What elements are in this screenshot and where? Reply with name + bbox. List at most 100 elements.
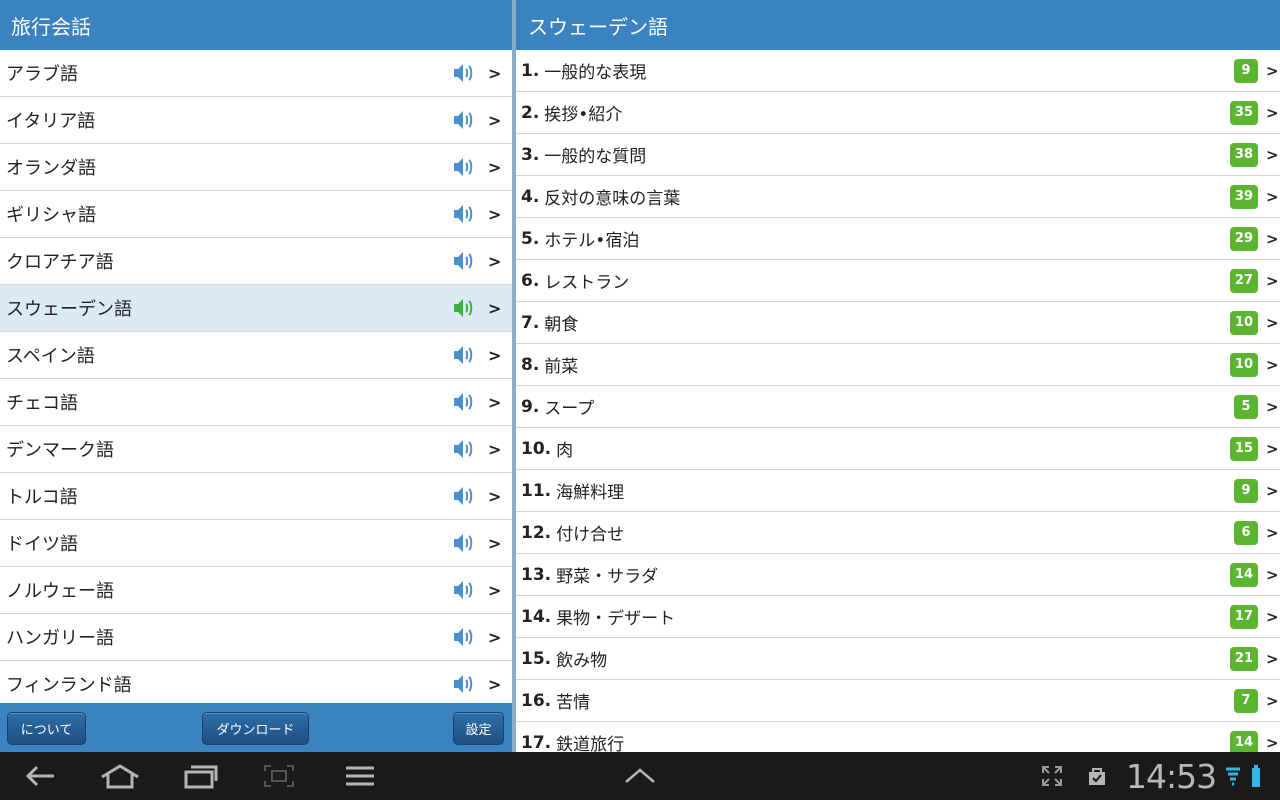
- chevron-right-icon: >: [488, 627, 502, 647]
- language-label: クロアチア語: [6, 252, 114, 273]
- settings-button[interactable]: 設定: [453, 712, 504, 745]
- language-list-item[interactable]: チェコ語 >: [0, 379, 512, 426]
- chevron-right-icon: >: [1266, 607, 1279, 626]
- language-list-item[interactable]: ハンガリー語 >: [0, 614, 512, 661]
- fullscreen-icon[interactable]: [1040, 752, 1064, 800]
- app-window: 旅行会話 アラブ語 > イタリア語 > オランダ語 > ギリシャ語 > クロアチア語 > スウェーデ…: [0, 0, 1280, 800]
- speaker-icon[interactable]: [452, 531, 478, 555]
- category-number: 2.: [521, 102, 540, 123]
- phrase-count-badge: 7: [1234, 688, 1258, 713]
- category-list-item[interactable]: 5. ホテル•宿泊 29 >: [516, 218, 1280, 260]
- chevron-right-icon: >: [488, 251, 502, 271]
- chevron-right-icon: >: [1266, 355, 1279, 374]
- language-list-item[interactable]: クロアチア語 >: [0, 238, 512, 285]
- speaker-icon[interactable]: [452, 625, 478, 649]
- language-list-item[interactable]: トルコ語 >: [0, 473, 512, 520]
- speaker-icon[interactable]: [452, 155, 478, 179]
- speaker-icon[interactable]: [452, 202, 478, 226]
- category-list-item[interactable]: 17. 鉄道旅行 14 >: [516, 722, 1280, 752]
- chevron-right-icon: >: [488, 345, 502, 365]
- language-list-item[interactable]: ノルウェー語 >: [0, 567, 512, 614]
- language-label: ギリシャ語: [6, 205, 96, 226]
- menu-icon[interactable]: [344, 752, 376, 800]
- category-list-item[interactable]: 15. 飲み物 21 >: [516, 638, 1280, 680]
- language-list-item[interactable]: アラブ語 >: [0, 50, 512, 97]
- phrase-count-badge: 9: [1234, 58, 1258, 83]
- speaker-icon[interactable]: [452, 108, 478, 132]
- category-label: 反対の意味の言葉: [544, 189, 681, 209]
- language-list-item[interactable]: フィンランド語 >: [0, 661, 512, 703]
- category-list-item[interactable]: 12. 付け合せ 6 >: [516, 512, 1280, 554]
- speaker-icon[interactable]: [452, 249, 478, 273]
- speaker-icon[interactable]: [452, 437, 478, 461]
- category-number: 17.: [521, 732, 552, 753]
- back-icon[interactable]: [22, 752, 58, 800]
- language-list-item[interactable]: ギリシャ語 >: [0, 191, 512, 238]
- category-list-item[interactable]: 4. 反対の意味の言葉 39 >: [516, 176, 1280, 218]
- category-list-item[interactable]: 14. 果物・デザート 17 >: [516, 596, 1280, 638]
- language-list-item[interactable]: デンマーク語 >: [0, 426, 512, 473]
- phrase-count-badge: 38: [1229, 142, 1258, 167]
- category-list-item[interactable]: 9. スープ 5 >: [516, 386, 1280, 428]
- category-list-item[interactable]: 10. 肉 15 >: [516, 428, 1280, 470]
- category-label: 朝食: [544, 315, 579, 335]
- screenshot-icon[interactable]: [262, 752, 296, 800]
- category-list-item[interactable]: 6. レストラン 27 >: [516, 260, 1280, 302]
- speaker-icon[interactable]: [452, 672, 478, 696]
- category-number: 14.: [521, 606, 552, 627]
- category-list-item[interactable]: 1. 一般的な表現 9 >: [516, 50, 1280, 92]
- speaker-icon[interactable]: [452, 578, 478, 602]
- category-label: 海鮮料理: [556, 483, 625, 503]
- category-list-item[interactable]: 8. 前菜 10 >: [516, 344, 1280, 386]
- chevron-right-icon: >: [1266, 649, 1279, 668]
- category-list-item[interactable]: 16. 苦情 7 >: [516, 680, 1280, 722]
- category-list-item[interactable]: 7. 朝食 10 >: [516, 302, 1280, 344]
- category-number: 11.: [521, 480, 552, 501]
- shopping-bag-icon[interactable]: [1085, 752, 1109, 800]
- left-footer: について ダウンロード 設定: [0, 703, 512, 752]
- language-label: ノルウェー語: [6, 581, 114, 602]
- category-list-item[interactable]: 3. 一般的な質問 38 >: [516, 134, 1280, 176]
- download-button[interactable]: ダウンロード: [202, 712, 309, 745]
- language-pane: 旅行会話 アラブ語 > イタリア語 > オランダ語 > ギリシャ語 > クロアチア語 > スウェーデ…: [0, 0, 512, 752]
- category-number: 8.: [521, 354, 540, 375]
- chevron-right-icon: >: [488, 674, 502, 694]
- category-label: スープ: [544, 399, 595, 419]
- speaker-icon[interactable]: [452, 343, 478, 367]
- about-button[interactable]: について: [7, 712, 86, 745]
- recent-apps-icon[interactable]: [182, 752, 220, 800]
- right-pane-title: スウェーデン語: [516, 0, 1280, 50]
- speaker-icon[interactable]: [452, 390, 478, 414]
- category-list-item[interactable]: 11. 海鮮料理 9 >: [516, 470, 1280, 512]
- phrase-count-badge: 35: [1229, 100, 1258, 125]
- language-list-item[interactable]: スウェーデン語 >: [0, 285, 512, 332]
- category-number: 9.: [521, 396, 540, 417]
- speaker-icon[interactable]: [452, 484, 478, 508]
- phrase-count-badge: 10: [1229, 352, 1258, 377]
- chevron-right-icon: >: [1266, 397, 1279, 416]
- chevron-right-icon: >: [1266, 439, 1279, 458]
- language-list-item[interactable]: オランダ語 >: [0, 144, 512, 191]
- chevron-right-icon: >: [488, 439, 502, 459]
- language-list-item[interactable]: ドイツ語 >: [0, 520, 512, 567]
- chevron-right-icon: >: [488, 298, 502, 318]
- category-label: レストラン: [544, 273, 630, 293]
- speaker-icon[interactable]: [452, 61, 478, 85]
- language-label: フィンランド語: [6, 675, 132, 696]
- category-label: 一般的な質問: [544, 147, 647, 167]
- chevron-right-icon: >: [1266, 229, 1279, 248]
- phrase-count-badge: 5: [1234, 394, 1258, 419]
- language-list-item[interactable]: スペイン語 >: [0, 332, 512, 379]
- phrase-count-badge: 29: [1229, 226, 1258, 251]
- phrase-count-badge: 6: [1234, 520, 1258, 545]
- chevron-right-icon: >: [1266, 313, 1279, 332]
- category-list-item[interactable]: 13. 野菜・サラダ 14 >: [516, 554, 1280, 596]
- chevron-up-icon[interactable]: [622, 752, 658, 800]
- category-label: ホテル•宿泊: [544, 231, 640, 251]
- chevron-right-icon: >: [1266, 103, 1279, 122]
- chevron-right-icon: >: [1266, 733, 1279, 752]
- home-icon[interactable]: [98, 752, 142, 800]
- language-list-item[interactable]: イタリア語 >: [0, 97, 512, 144]
- speaker-icon[interactable]: [452, 296, 478, 320]
- category-list-item[interactable]: 2. 挨拶•紹介 35 >: [516, 92, 1280, 134]
